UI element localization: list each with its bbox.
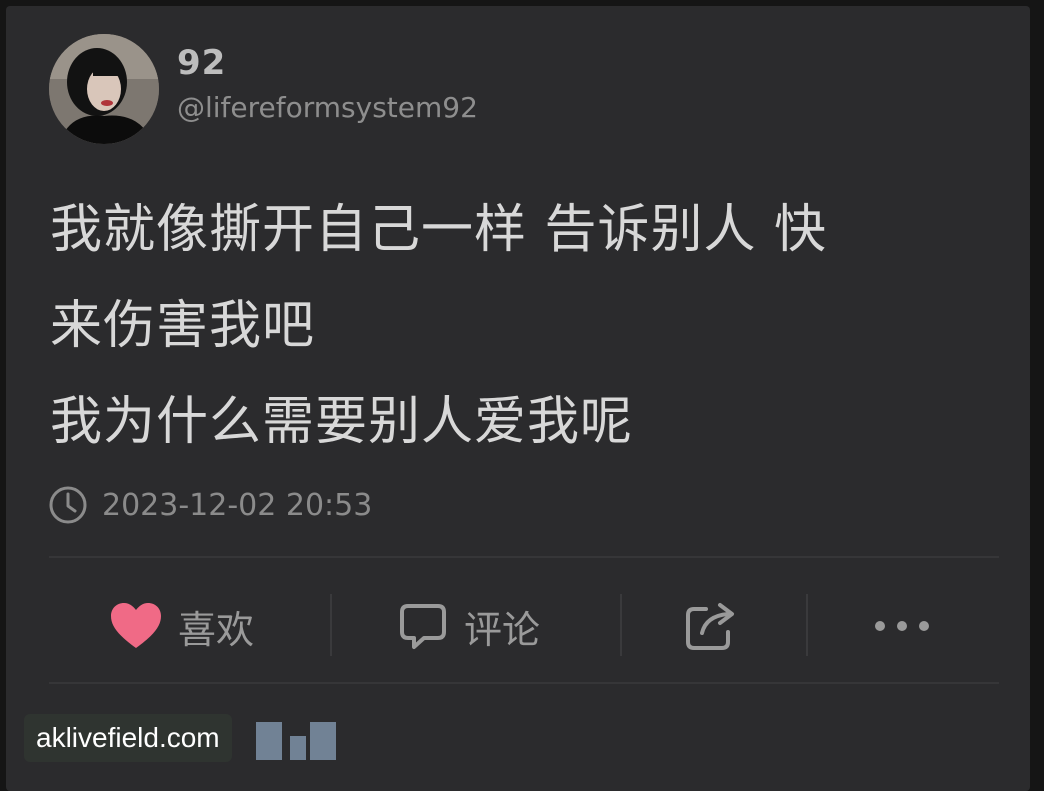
username[interactable]: 92 — [177, 46, 226, 80]
share-icon — [684, 600, 740, 652]
post-timestamp: 2023-12-02 20:53 — [48, 482, 372, 528]
post-text-line: 我为什么需要别人爱我呢 — [50, 392, 634, 452]
more-button[interactable] — [872, 566, 948, 686]
share-button[interactable] — [684, 566, 756, 686]
divider — [49, 556, 999, 558]
watermark-text: aklivefield.com — [36, 722, 220, 753]
avatar[interactable] — [49, 34, 159, 144]
like-button[interactable]: 喜欢 — [110, 566, 254, 686]
timestamp-text: 2023-12-02 20:53 — [102, 487, 373, 523]
action-separator — [806, 594, 808, 656]
pixelated-content — [256, 722, 282, 760]
pixelated-content — [310, 722, 336, 760]
user-handle[interactable]: @lifereformsystem92 — [177, 94, 478, 122]
like-label: 喜欢 — [178, 607, 255, 652]
comment-button[interactable]: 评论 — [398, 566, 540, 686]
comment-label: 评论 — [464, 607, 541, 652]
comment-icon — [398, 601, 448, 651]
action-bar: 喜欢 评论 — [6, 566, 1030, 686]
watermark: aklivefield.com — [24, 714, 232, 762]
action-separator — [330, 594, 332, 656]
post-card: 92 @lifereformsystem92 我就像撕开自己一样 告诉别人 快 … — [6, 6, 1030, 791]
clock-icon — [48, 485, 88, 525]
pixelated-content — [290, 736, 306, 760]
post-text-line: 来伤害我吧 — [50, 296, 316, 356]
post-text-line: 我就像撕开自己一样 告诉别人 快 — [50, 200, 828, 260]
divider — [49, 682, 999, 684]
post-text: 我就像撕开自己一样 告诉别人 快 来伤害我吧 我为什么需要别人爱我呢 — [50, 182, 1010, 470]
heart-icon — [110, 602, 162, 650]
more-icon — [872, 618, 932, 634]
action-separator — [620, 594, 622, 656]
